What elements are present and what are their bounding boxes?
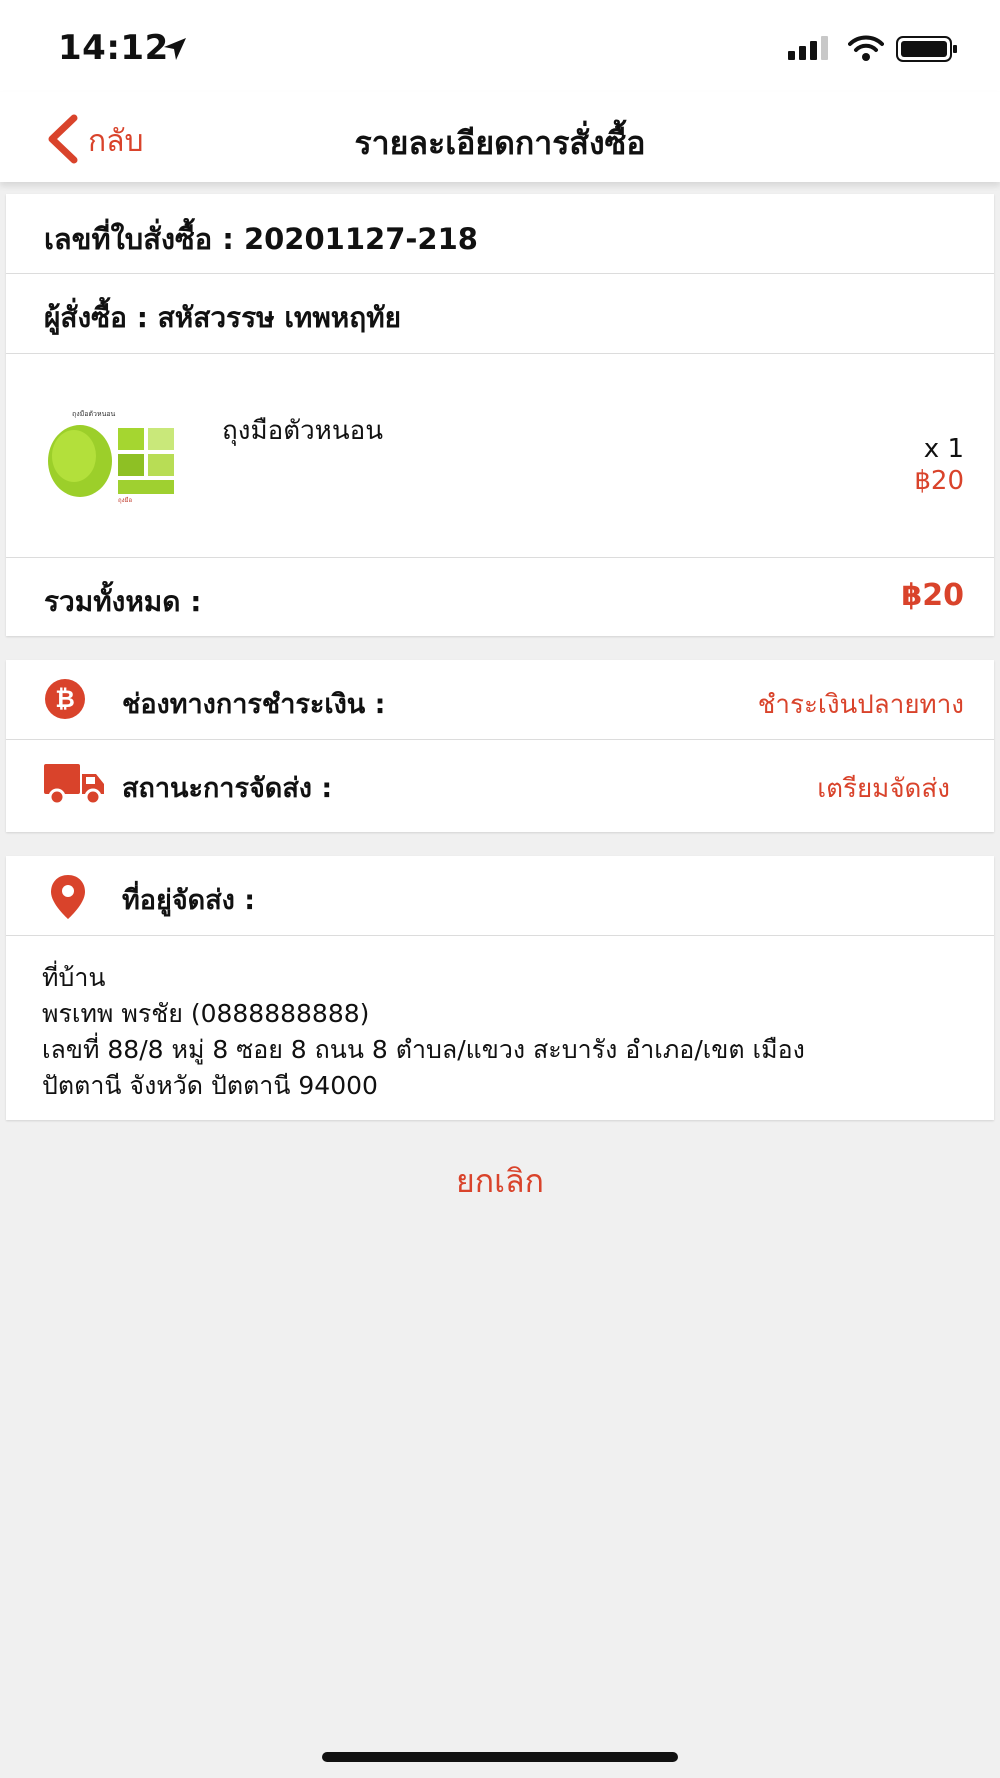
payment-label: ช่องทางการชำระเงิน : xyxy=(122,689,386,720)
payment-shipping-card: ₿ ช่องทางการชำระเงิน : ชำระเงินปลายทาง ส… xyxy=(6,660,994,832)
order-number-row: เลขที่ใบสั่งซื้อ : 20201127-218 xyxy=(6,194,994,274)
battery-icon xyxy=(896,36,958,66)
buyer-name: ผู้สั่งซื้อ : สหัสวรรษ เทพหฤทัย xyxy=(44,301,402,334)
navigation-bar: กลับ รายละเอียดการสั่งซื้อ xyxy=(0,92,1000,182)
status-time: 14:12 xyxy=(58,28,169,68)
shipping-value: เตรียมจัดส่ง xyxy=(817,774,950,804)
status-bar: 14:12 xyxy=(0,0,1000,92)
address-line-1: ที่บ้าน xyxy=(42,963,106,992)
address-body: ที่บ้าน พรเทพ พรชัย (0888888888) เลขที่ … xyxy=(6,936,994,1120)
svg-text:ถุงมือตัวหนอน: ถุงมือตัวหนอน xyxy=(72,410,116,418)
shipping-row: สถานะการจัดส่ง : เตรียมจัดส่ง xyxy=(6,740,994,832)
map-pin-icon xyxy=(50,874,86,924)
product-price: ฿20 xyxy=(914,466,964,496)
page-title: รายละเอียดการสั่งซื้อ xyxy=(354,124,646,162)
address-line-4: ปัตตานี จังหวัด ปัตตานี 94000 xyxy=(42,1071,378,1100)
cancel-order-button[interactable]: ยกเลิก xyxy=(0,1156,1000,1207)
address-line-2: พรเทพ พรชัย (0888888888) xyxy=(42,999,370,1028)
address-label: ที่อยู่จัดส่ง : xyxy=(122,885,256,916)
shipping-label: สถานะการจัดส่ง : xyxy=(122,773,333,804)
order-number: เลขที่ใบสั่งซื้อ : 20201127-218 xyxy=(44,222,478,256)
order-item-row: ถุงมือตัวหนอน ถุงมือ ถุงมือตัวหนอน x 1 ฿… xyxy=(6,354,994,558)
payment-value: ชำระเงินปลายทาง xyxy=(757,690,964,720)
address-header-row: ที่อยู่จัดส่ง : xyxy=(6,856,994,936)
total-label: รวมทั้งหมด : xyxy=(44,585,202,618)
wifi-icon xyxy=(848,34,884,66)
signal-icon xyxy=(788,36,834,64)
product-quantity: x 1 xyxy=(923,434,964,464)
payment-row: ₿ ช่องทางการชำระเงิน : ชำระเงินปลายทาง xyxy=(6,660,994,740)
product-name: ถุงมือตัวหนอน xyxy=(222,416,383,446)
svg-text:ถุงมือ: ถุงมือ xyxy=(118,496,133,504)
address-card: ที่อยู่จัดส่ง : ที่บ้าน พรเทพ พรชัย (088… xyxy=(6,856,994,1120)
total-value: ฿20 xyxy=(901,578,964,613)
address-line-3: เลขที่ 88/8 หมู่ 8 ซอย 8 ถนน 8 ตำบล/แขวง… xyxy=(42,1035,805,1064)
location-arrow-icon xyxy=(162,36,188,66)
order-card: เลขที่ใบสั่งซื้อ : 20201127-218 ผู้สั่งซ… xyxy=(6,194,994,636)
total-row: รวมทั้งหมด : ฿20 xyxy=(6,558,994,636)
buyer-row: ผู้สั่งซื้อ : สหัสวรรษ เทพหฤทัย xyxy=(6,274,994,354)
home-indicator xyxy=(322,1752,678,1762)
svg-text:₿: ₿ xyxy=(55,685,75,713)
bitcoin-icon: ₿ xyxy=(44,678,86,724)
delivery-truck-icon xyxy=(44,762,106,810)
product-image[interactable]: ถุงมือตัวหนอน ถุงมือ xyxy=(44,406,182,506)
